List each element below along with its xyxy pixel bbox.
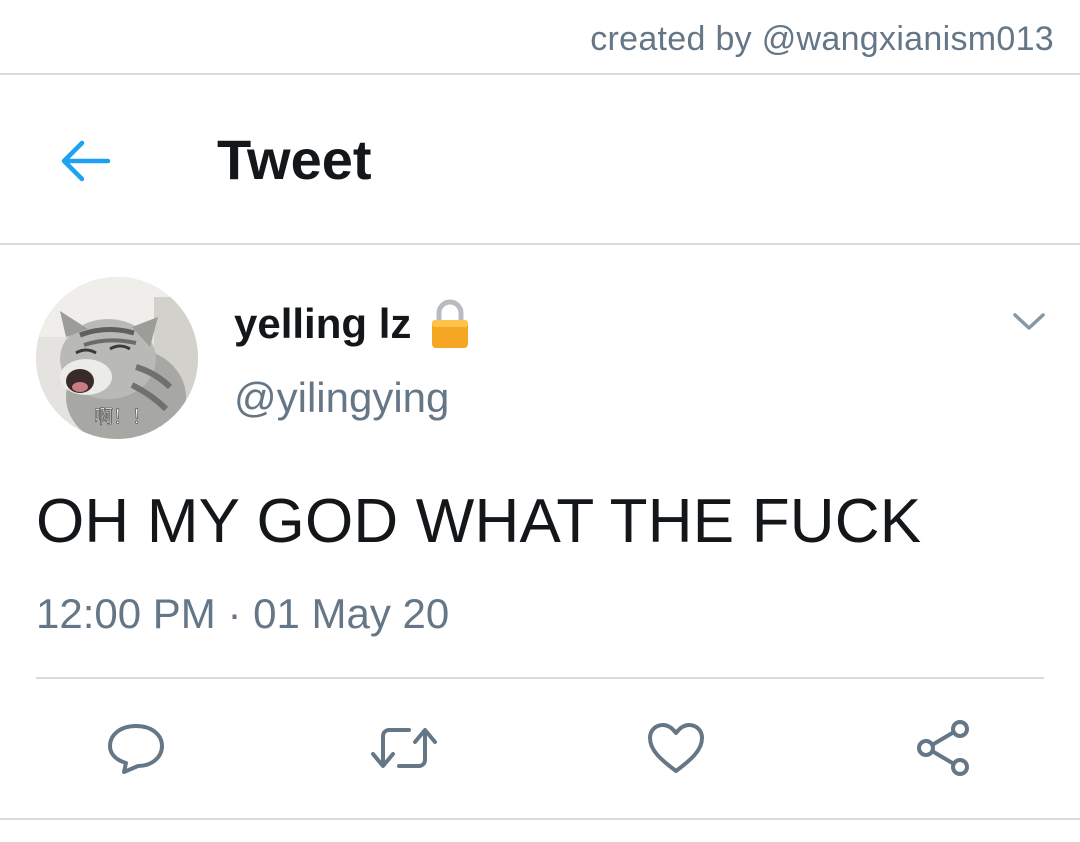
divider — [0, 243, 1080, 245]
tweet-page: created by @wangxianism013 Tweet 啊！！ yel… — [0, 0, 1080, 842]
more-options-button[interactable] — [1006, 302, 1052, 342]
tweet-text: OH MY GOD WHAT THE FUCK — [36, 487, 922, 556]
lock-icon — [429, 298, 471, 350]
avatar-caption: 啊！！ — [94, 406, 151, 428]
reply-button[interactable] — [96, 712, 176, 784]
author-row: yelling lz — [234, 298, 471, 350]
divider — [36, 677, 1044, 679]
page-title: Tweet — [217, 128, 372, 191]
chevron-down-icon — [1013, 313, 1045, 330]
reply-icon — [108, 724, 164, 774]
share-button[interactable] — [904, 712, 984, 784]
back-button[interactable] — [52, 131, 118, 191]
like-button[interactable] — [636, 712, 716, 784]
header: Tweet — [0, 75, 1080, 243]
user-handle[interactable]: @yilingying — [234, 374, 449, 422]
avatar[interactable]: 啊！！ — [36, 277, 198, 439]
arrow-left-icon — [61, 140, 111, 182]
retweet-button[interactable] — [364, 712, 444, 784]
tweet-timestamp[interactable]: 12:00 PM · 01 May 20 — [36, 590, 449, 638]
heart-icon — [648, 723, 704, 773]
divider — [0, 818, 1080, 820]
watermark: created by @wangxianism013 — [590, 20, 1054, 58]
retweet-icon — [371, 728, 437, 768]
display-name[interactable]: yelling lz — [234, 300, 411, 348]
cat-avatar-image: 啊！！ — [36, 277, 198, 439]
share-icon — [917, 720, 969, 776]
